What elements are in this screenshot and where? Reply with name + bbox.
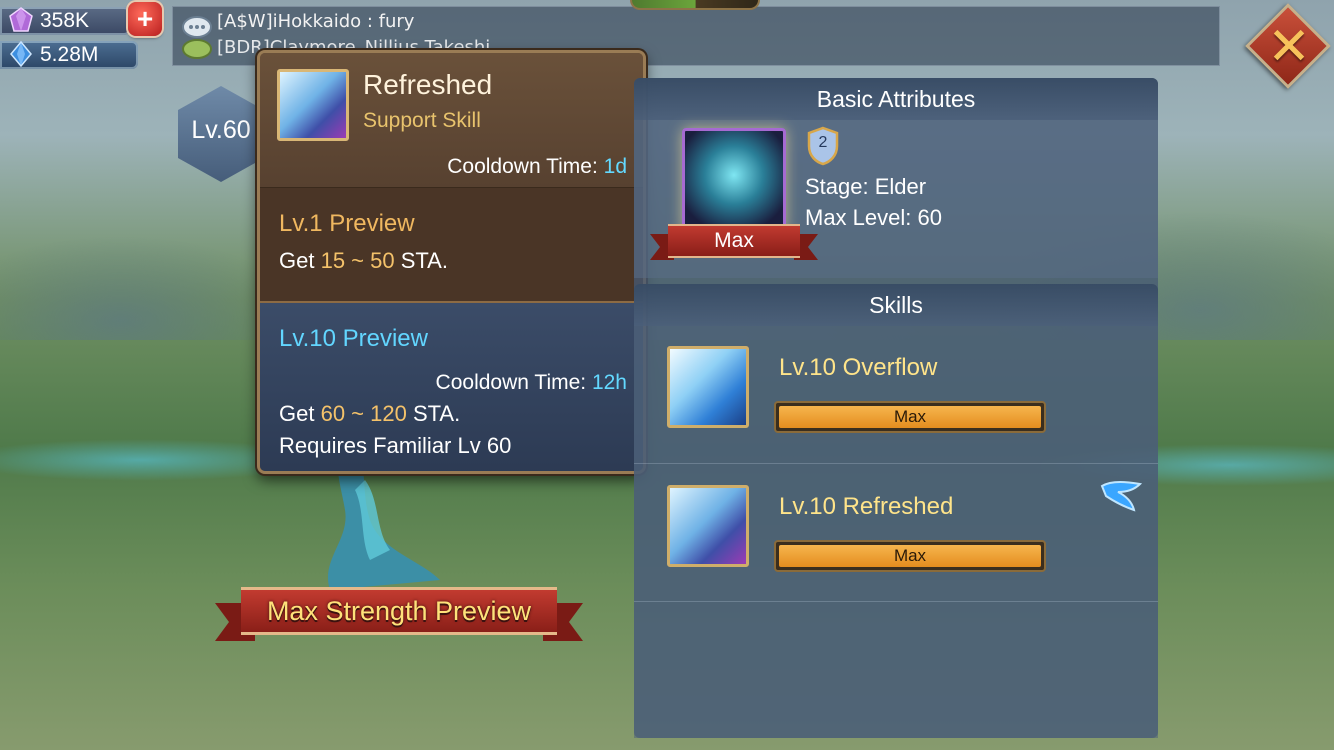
familiar-info-panel: Basic Attributes Max 2 Stage: Elder Max … [634, 78, 1158, 738]
tooltip-header: Refreshed Support Skill Cooldown Time: 1… [260, 53, 643, 187]
add-gems-button[interactable]: + [128, 2, 162, 36]
chat-bubble-icon [182, 16, 212, 59]
gems-counter: 358K [0, 6, 130, 36]
familiar-portrait [682, 128, 786, 232]
tooltip-title: Refreshed [363, 69, 493, 100]
basic-attributes-header: Basic Attributes [634, 78, 1158, 120]
stage-badge-number: 2 [818, 134, 828, 151]
lv10-requirement: Requires Familiar Lv 60 [279, 433, 512, 458]
might-value: 5.28M [40, 43, 99, 66]
tooltip-subtitle: Support Skill [363, 109, 481, 132]
skills-header: Skills [634, 284, 1158, 326]
stage-text: Stage: Elder [805, 174, 927, 199]
basic-attributes-section: Max 2 Stage: Elder Max Level: 60 [634, 120, 1158, 278]
top-tab-indicator[interactable] [630, 0, 760, 10]
lv1-preview-effect: Get 15 ~ 50 STA. [279, 248, 448, 273]
skill-level-bar: Max [774, 540, 1046, 572]
overflow-skill-icon[interactable] [667, 346, 749, 428]
refreshed-skill-icon[interactable] [667, 485, 749, 567]
skill-tooltip: Refreshed Support Skill Cooldown Time: 1… [257, 50, 646, 474]
max-ribbon-label: Max [668, 224, 800, 258]
close-icon[interactable]: ✕ [1254, 12, 1324, 82]
skill-row-overflow[interactable]: Lv.10 Overflow Max [634, 326, 1158, 464]
lv10-preview-title: Lv.10 Preview [279, 325, 428, 352]
max-strength-preview-label: Max Strength Preview [241, 587, 557, 635]
skills-list: Lv.10 Overflow Max Lv.10 Refreshed Max [634, 326, 1158, 738]
skill-bar-label: Max [893, 407, 927, 426]
pin-icon[interactable] [1098, 476, 1144, 516]
skill-bar-label: Max [893, 546, 927, 565]
skill-name: Lv.10 Overflow [779, 354, 938, 381]
skill-row-refreshed[interactable]: Lv.10 Refreshed Max [634, 464, 1158, 602]
stage-shield-icon: 2 [806, 126, 840, 166]
lv10-preview-effect: Get 60 ~ 120 STA. [279, 401, 461, 426]
refreshed-skill-icon [277, 69, 349, 141]
skill-name: Lv.10 Refreshed [779, 493, 954, 520]
lv10-preview-section: Lv.10 Preview Cooldown Time: 12h Get 60 … [260, 303, 643, 471]
might-counter: 5.28M [0, 40, 138, 70]
max-ribbon: Max [650, 224, 818, 264]
gems-value: 358K [40, 9, 90, 32]
skill-level-bar: Max [774, 401, 1046, 433]
lv1-preview-section: Lv.1 Preview Get 15 ~ 50 STA. [260, 187, 643, 303]
lv10-cooldown: Cooldown Time: 12h [435, 371, 627, 394]
max-strength-preview-button[interactable]: Max Strength Preview [215, 585, 583, 649]
max-level-text: Max Level: 60 [805, 205, 942, 230]
lv1-preview-title: Lv.1 Preview [279, 210, 415, 237]
tooltip-cooldown: Cooldown Time: 1d [447, 155, 627, 178]
crystal-icon [10, 41, 32, 67]
familiar-level: Lv.60 [191, 116, 251, 144]
chat-message-1: [A$W]iHokkaido : fury [217, 11, 415, 32]
gem-icon [9, 7, 33, 32]
